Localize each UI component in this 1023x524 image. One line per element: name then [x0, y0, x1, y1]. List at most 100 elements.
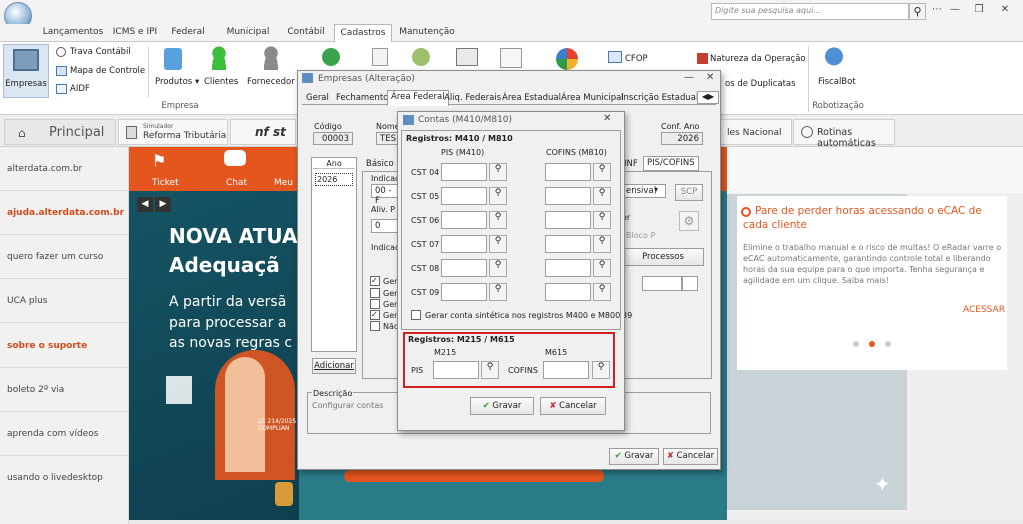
- pis-cst06-input[interactable]: [441, 211, 487, 229]
- close-icon[interactable]: ✕: [996, 4, 1014, 18]
- next-arrow-icon[interactable]: ▶: [155, 197, 171, 212]
- search-icon[interactable]: ⚲: [593, 235, 611, 253]
- search-icon[interactable]: ⚲: [489, 235, 507, 253]
- search-icon[interactable]: ⚲: [593, 187, 611, 205]
- tab-federal[interactable]: Federal: [164, 24, 212, 42]
- processos-button[interactable]: Processos: [622, 248, 704, 266]
- empresas-button[interactable]: Empresas: [3, 44, 49, 98]
- minimize-icon[interactable]: —: [946, 4, 964, 18]
- ger-checkbox-2[interactable]: [370, 288, 380, 298]
- carousel-dot-active[interactable]: [869, 341, 875, 347]
- pis-cst05-input[interactable]: [441, 187, 487, 205]
- empresas-gravar-button[interactable]: ✔ Gravar: [609, 448, 659, 465]
- tab-basico[interactable]: Básico: [363, 158, 397, 172]
- search-icon[interactable]: ⚲: [909, 3, 926, 20]
- carousel-dot[interactable]: [853, 341, 859, 347]
- nav-livedesktop[interactable]: usando o livedesktop: [7, 473, 103, 483]
- empresas-cancelar-button[interactable]: ✘ Cancelar: [663, 448, 718, 465]
- tab-geral[interactable]: Geral: [303, 92, 332, 106]
- tab-inscricao-estadual[interactable]: Inscrição Estadual S: [618, 92, 709, 106]
- ger-checkbox-3[interactable]: [370, 299, 380, 309]
- tab-nfst[interactable]: nf st: [230, 119, 296, 145]
- tab-pis-cofins[interactable]: PIS/COFINS: [643, 156, 699, 171]
- gear-icon[interactable]: ⚙: [679, 211, 699, 231]
- ger-checkbox-1[interactable]: ✓: [370, 276, 380, 286]
- nav-ajuda[interactable]: ajuda.alterdata.com.br: [7, 208, 124, 218]
- search-icon[interactable]: ⚲: [592, 361, 610, 379]
- tab-area-estadual[interactable]: Área Estadual: [499, 92, 564, 106]
- ticket-button[interactable]: Ticket: [152, 178, 179, 188]
- produtos-button[interactable]: Produtos ▾: [155, 77, 199, 87]
- aidf-button[interactable]: AIDF: [70, 84, 90, 94]
- search-icon[interactable]: ⚲: [593, 211, 611, 229]
- search-icon[interactable]: ⚲: [489, 163, 507, 181]
- nao-checkbox[interactable]: [370, 321, 380, 331]
- fiscalbot-button[interactable]: FiscalBot: [818, 77, 856, 87]
- duplicatas-button[interactable]: os de Duplicatas: [725, 79, 796, 89]
- restore-icon[interactable]: ❐: [970, 4, 988, 18]
- close-icon[interactable]: ✕: [603, 113, 611, 124]
- tab-municipal[interactable]: Municipal: [220, 24, 276, 42]
- pis-cst08-input[interactable]: [441, 259, 487, 277]
- nav-videos[interactable]: aprenda com vídeos: [7, 429, 98, 439]
- tab-area-federal[interactable]: Área Federal: [387, 90, 449, 106]
- minimize-icon[interactable]: —: [684, 72, 694, 83]
- cofins-cst06-input[interactable]: [545, 211, 591, 229]
- tab-cadastros[interactable]: Cadastros: [334, 24, 392, 43]
- tab-aliq-federais[interactable]: Aliq. Federais: [441, 92, 504, 106]
- acessar-link[interactable]: ACESSAR: [963, 305, 1005, 315]
- nav-suporte[interactable]: sobre o suporte: [7, 341, 87, 351]
- cofins-cst07-input[interactable]: [545, 235, 591, 253]
- nav-uca-plus[interactable]: UCA plus: [7, 296, 48, 306]
- nav-boleto[interactable]: boleto 2º via: [7, 385, 64, 395]
- adicionar-button[interactable]: Adicionar: [312, 358, 356, 374]
- tab-manutencao[interactable]: Manutenção: [396, 24, 458, 42]
- search-input[interactable]: Digite sua pesquisa aqui...: [711, 3, 909, 20]
- chat-button[interactable]: Chat: [226, 178, 247, 188]
- nav-alterdata[interactable]: alterdata.com.br: [7, 164, 82, 174]
- meu-button[interactable]: Meu: [274, 178, 293, 188]
- search-icon[interactable]: ⚲: [593, 163, 611, 181]
- search-icon[interactable]: ⚲: [593, 259, 611, 277]
- pis-cst09-input[interactable]: [441, 283, 487, 301]
- tab-lancamentos[interactable]: Lançamentos: [40, 24, 106, 42]
- search-icon[interactable]: ⚲: [593, 283, 611, 301]
- search-icon[interactable]: ⚲: [489, 211, 507, 229]
- search-icon[interactable]: ⚲: [481, 361, 499, 379]
- search-icon[interactable]: ⚲: [489, 187, 507, 205]
- pis-m215-input[interactable]: [433, 361, 479, 379]
- tab-area-municipal[interactable]: Área Municipal: [558, 92, 627, 106]
- tab-rotinas[interactable]: Rotinas automáticas: [793, 119, 895, 149]
- search-icon[interactable]: ⚲: [489, 259, 507, 277]
- cofins-cst05-input[interactable]: [545, 187, 591, 205]
- tab-icms-ipi[interactable]: ICMS e IPI: [106, 24, 164, 42]
- pis-cst04-input[interactable]: [441, 163, 487, 181]
- clientes-button[interactable]: Clientes: [204, 77, 238, 87]
- cofins-cst04-input[interactable]: [545, 163, 591, 181]
- cofins-cst09-input[interactable]: [545, 283, 591, 301]
- scp-button[interactable]: SCP: [675, 184, 703, 201]
- pis-cst07-input[interactable]: [441, 235, 487, 253]
- tab-contabil[interactable]: Contábil: [280, 24, 332, 42]
- fornecedores-button[interactable]: Fornecedor: [247, 77, 295, 87]
- ger-checkbox-4[interactable]: ✓: [370, 310, 380, 320]
- close-icon[interactable]: ✕: [706, 72, 714, 83]
- cfop-button[interactable]: CFOP: [625, 54, 648, 64]
- mapa-controle-button[interactable]: Mapa de Controle: [70, 66, 145, 76]
- cofins-m615-input[interactable]: [543, 361, 589, 379]
- tab-scroll-arrows[interactable]: ◀▶: [697, 91, 719, 104]
- search-icon[interactable]: ⚲: [489, 283, 507, 301]
- gerar-conta-checkbox[interactable]: [411, 310, 421, 320]
- tab-fechamento[interactable]: Fechamento: [333, 92, 391, 106]
- small-field-btn[interactable]: [682, 276, 698, 291]
- year-row[interactable]: 2026: [315, 173, 353, 186]
- prev-arrow-icon[interactable]: ◀: [137, 197, 153, 212]
- indicador-right-select[interactable]: ensiva): [622, 184, 666, 198]
- tab-simulador[interactable]: Simulador Reforma Tributária: [118, 119, 228, 145]
- options-icon[interactable]: ⋯: [928, 4, 946, 18]
- tab-principal[interactable]: ⌂ Principal: [4, 119, 116, 145]
- nav-curso[interactable]: quero fazer um curso: [7, 252, 103, 262]
- contas-cancelar-button[interactable]: ✘ Cancelar: [540, 397, 606, 415]
- chevron-down-icon[interactable]: ▾: [654, 185, 658, 194]
- carousel-dot[interactable]: [885, 341, 891, 347]
